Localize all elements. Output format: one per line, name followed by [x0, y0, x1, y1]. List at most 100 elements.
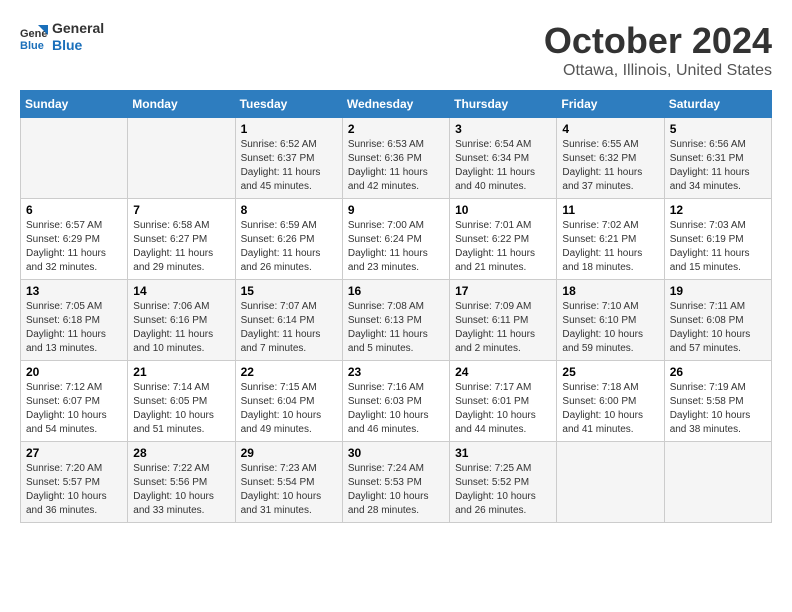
day-info: Sunrise: 7:18 AM Sunset: 6:00 PM Dayligh…	[562, 381, 658, 437]
day-info: Sunrise: 7:07 AM Sunset: 6:14 PM Dayligh…	[241, 300, 337, 356]
day-number: 6	[26, 203, 122, 217]
day-number: 22	[241, 365, 337, 379]
month-title: October 2024	[544, 20, 772, 62]
day-info: Sunrise: 6:55 AM Sunset: 6:32 PM Dayligh…	[562, 138, 658, 194]
calendar-cell: 28 Sunrise: 7:22 AM Sunset: 5:56 PM Dayli…	[128, 442, 235, 523]
calendar-cell: 6Sunrise: 6:57 AM Sunset: 6:29 PM Daylig…	[21, 199, 128, 280]
day-info: Sunrise: 7:25 AM Sunset: 5:52 PM Dayligh…	[455, 462, 551, 518]
day-info: Sunrise: 6:54 AM Sunset: 6:34 PM Dayligh…	[455, 138, 551, 194]
day-number: 11	[562, 203, 658, 217]
day-info: Sunrise: 7:14 AM Sunset: 6:05 PM Dayligh…	[133, 381, 229, 437]
weekday-header-thursday: Thursday	[450, 91, 557, 118]
weekday-header-sunday: Sunday	[21, 91, 128, 118]
day-info: Sunrise: 7:15 AM Sunset: 6:04 PM Dayligh…	[241, 381, 337, 437]
day-number: 28	[133, 446, 229, 460]
day-number: 18	[562, 284, 658, 298]
day-info: Sunrise: 7:17 AM Sunset: 6:01 PM Dayligh…	[455, 381, 551, 437]
day-number: 1	[241, 122, 337, 136]
day-number: 17	[455, 284, 551, 298]
calendar-cell: 16 Sunrise: 7:08 AM Sunset: 6:13 PM Dayli…	[342, 280, 449, 361]
svg-text:Blue: Blue	[20, 40, 44, 51]
day-info: Sunrise: 7:22 AM Sunset: 5:56 PM Dayligh…	[133, 462, 229, 518]
calendar-cell: 26Sunrise: 7:19 AM Sunset: 5:58 PM Dayli…	[664, 361, 771, 442]
logo-general-text: General	[52, 20, 104, 37]
calendar-cell: 31 Sunrise: 7:25 AM Sunset: 5:52 PM Dayli…	[450, 442, 557, 523]
calendar-cell: 22 Sunrise: 7:15 AM Sunset: 6:04 PM Dayli…	[235, 361, 342, 442]
calendar-cell: 5Sunrise: 6:56 AM Sunset: 6:31 PM Daylig…	[664, 118, 771, 199]
calendar-cell: 27Sunrise: 7:20 AM Sunset: 5:57 PM Dayli…	[21, 442, 128, 523]
day-number: 14	[133, 284, 229, 298]
calendar-week-row: 6Sunrise: 6:57 AM Sunset: 6:29 PM Daylig…	[21, 199, 772, 280]
day-number: 12	[670, 203, 766, 217]
weekday-header-friday: Friday	[557, 91, 664, 118]
weekday-header-tuesday: Tuesday	[235, 91, 342, 118]
day-info: Sunrise: 7:10 AM Sunset: 6:10 PM Dayligh…	[562, 300, 658, 356]
calendar-cell	[557, 442, 664, 523]
day-number: 8	[241, 203, 337, 217]
weekday-header-wednesday: Wednesday	[342, 91, 449, 118]
day-number: 20	[26, 365, 122, 379]
calendar-week-row: 13 Sunrise: 7:05 AM Sunset: 6:18 PM Dayli…	[21, 280, 772, 361]
day-info: Sunrise: 7:23 AM Sunset: 5:54 PM Dayligh…	[241, 462, 337, 518]
day-number: 16	[348, 284, 444, 298]
day-info: Sunrise: 6:59 AM Sunset: 6:26 PM Dayligh…	[241, 219, 337, 275]
day-number: 25	[562, 365, 658, 379]
day-number: 30	[348, 446, 444, 460]
day-number: 26	[670, 365, 766, 379]
day-info: Sunrise: 7:03 AM Sunset: 6:19 PM Dayligh…	[670, 219, 766, 275]
day-info: Sunrise: 7:00 AM Sunset: 6:24 PM Dayligh…	[348, 219, 444, 275]
logo: General Blue General Blue	[20, 20, 104, 54]
calendar-cell	[664, 442, 771, 523]
calendar-cell: 8 Sunrise: 6:59 AM Sunset: 6:26 PM Daylig…	[235, 199, 342, 280]
day-info: Sunrise: 7:06 AM Sunset: 6:16 PM Dayligh…	[133, 300, 229, 356]
day-info: Sunrise: 7:08 AM Sunset: 6:13 PM Dayligh…	[348, 300, 444, 356]
page-header: General Blue General Blue October 2024 O…	[20, 20, 772, 80]
calendar-cell: 15Sunrise: 7:07 AM Sunset: 6:14 PM Dayli…	[235, 280, 342, 361]
day-info: Sunrise: 7:11 AM Sunset: 6:08 PM Dayligh…	[670, 300, 766, 356]
calendar-week-row: 1Sunrise: 6:52 AM Sunset: 6:37 PM Daylig…	[21, 118, 772, 199]
day-number: 5	[670, 122, 766, 136]
calendar-cell: 4 Sunrise: 6:55 AM Sunset: 6:32 PM Daylig…	[557, 118, 664, 199]
calendar-cell: 23 Sunrise: 7:16 AM Sunset: 6:03 PM Dayli…	[342, 361, 449, 442]
calendar-cell: 24Sunrise: 7:17 AM Sunset: 6:01 PM Dayli…	[450, 361, 557, 442]
day-info: Sunrise: 7:05 AM Sunset: 6:18 PM Dayligh…	[26, 300, 122, 356]
calendar-cell: 21 Sunrise: 7:14 AM Sunset: 6:05 PM Dayli…	[128, 361, 235, 442]
calendar-cell	[21, 118, 128, 199]
day-number: 13	[26, 284, 122, 298]
day-number: 23	[348, 365, 444, 379]
calendar-cell: 14 Sunrise: 7:06 AM Sunset: 6:16 PM Dayli…	[128, 280, 235, 361]
calendar-cell: 20Sunrise: 7:12 AM Sunset: 6:07 PM Dayli…	[21, 361, 128, 442]
calendar-header-row: SundayMondayTuesdayWednesdayThursdayFrid…	[21, 91, 772, 118]
calendar-cell: 9Sunrise: 7:00 AM Sunset: 6:24 PM Daylig…	[342, 199, 449, 280]
day-number: 21	[133, 365, 229, 379]
day-info: Sunrise: 6:58 AM Sunset: 6:27 PM Dayligh…	[133, 219, 229, 275]
logo-icon: General Blue	[20, 23, 48, 51]
calendar-cell: 18 Sunrise: 7:10 AM Sunset: 6:10 PM Dayli…	[557, 280, 664, 361]
day-info: Sunrise: 7:02 AM Sunset: 6:21 PM Dayligh…	[562, 219, 658, 275]
day-number: 31	[455, 446, 551, 460]
location-text: Ottawa, Illinois, United States	[544, 62, 772, 80]
day-info: Sunrise: 7:09 AM Sunset: 6:11 PM Dayligh…	[455, 300, 551, 356]
day-info: Sunrise: 7:24 AM Sunset: 5:53 PM Dayligh…	[348, 462, 444, 518]
calendar-week-row: 20Sunrise: 7:12 AM Sunset: 6:07 PM Dayli…	[21, 361, 772, 442]
calendar-cell: 17 Sunrise: 7:09 AM Sunset: 6:11 PM Dayli…	[450, 280, 557, 361]
weekday-header-monday: Monday	[128, 91, 235, 118]
day-number: 29	[241, 446, 337, 460]
calendar-cell	[128, 118, 235, 199]
calendar-cell: 11 Sunrise: 7:02 AM Sunset: 6:21 PM Dayli…	[557, 199, 664, 280]
weekday-header-saturday: Saturday	[664, 91, 771, 118]
calendar-cell: 3Sunrise: 6:54 AM Sunset: 6:34 PM Daylig…	[450, 118, 557, 199]
day-info: Sunrise: 7:20 AM Sunset: 5:57 PM Dayligh…	[26, 462, 122, 518]
day-number: 19	[670, 284, 766, 298]
logo-blue-text: Blue	[52, 37, 104, 54]
calendar-table: SundayMondayTuesdayWednesdayThursdayFrid…	[20, 90, 772, 523]
day-number: 4	[562, 122, 658, 136]
calendar-cell: 10Sunrise: 7:01 AM Sunset: 6:22 PM Dayli…	[450, 199, 557, 280]
day-info: Sunrise: 7:16 AM Sunset: 6:03 PM Dayligh…	[348, 381, 444, 437]
calendar-cell: 19 Sunrise: 7:11 AM Sunset: 6:08 PM Dayli…	[664, 280, 771, 361]
calendar-cell: 12 Sunrise: 7:03 AM Sunset: 6:19 PM Dayli…	[664, 199, 771, 280]
calendar-cell: 30 Sunrise: 7:24 AM Sunset: 5:53 PM Dayli…	[342, 442, 449, 523]
title-block: October 2024 Ottawa, Illinois, United St…	[544, 20, 772, 80]
day-info: Sunrise: 6:53 AM Sunset: 6:36 PM Dayligh…	[348, 138, 444, 194]
calendar-week-row: 27Sunrise: 7:20 AM Sunset: 5:57 PM Dayli…	[21, 442, 772, 523]
